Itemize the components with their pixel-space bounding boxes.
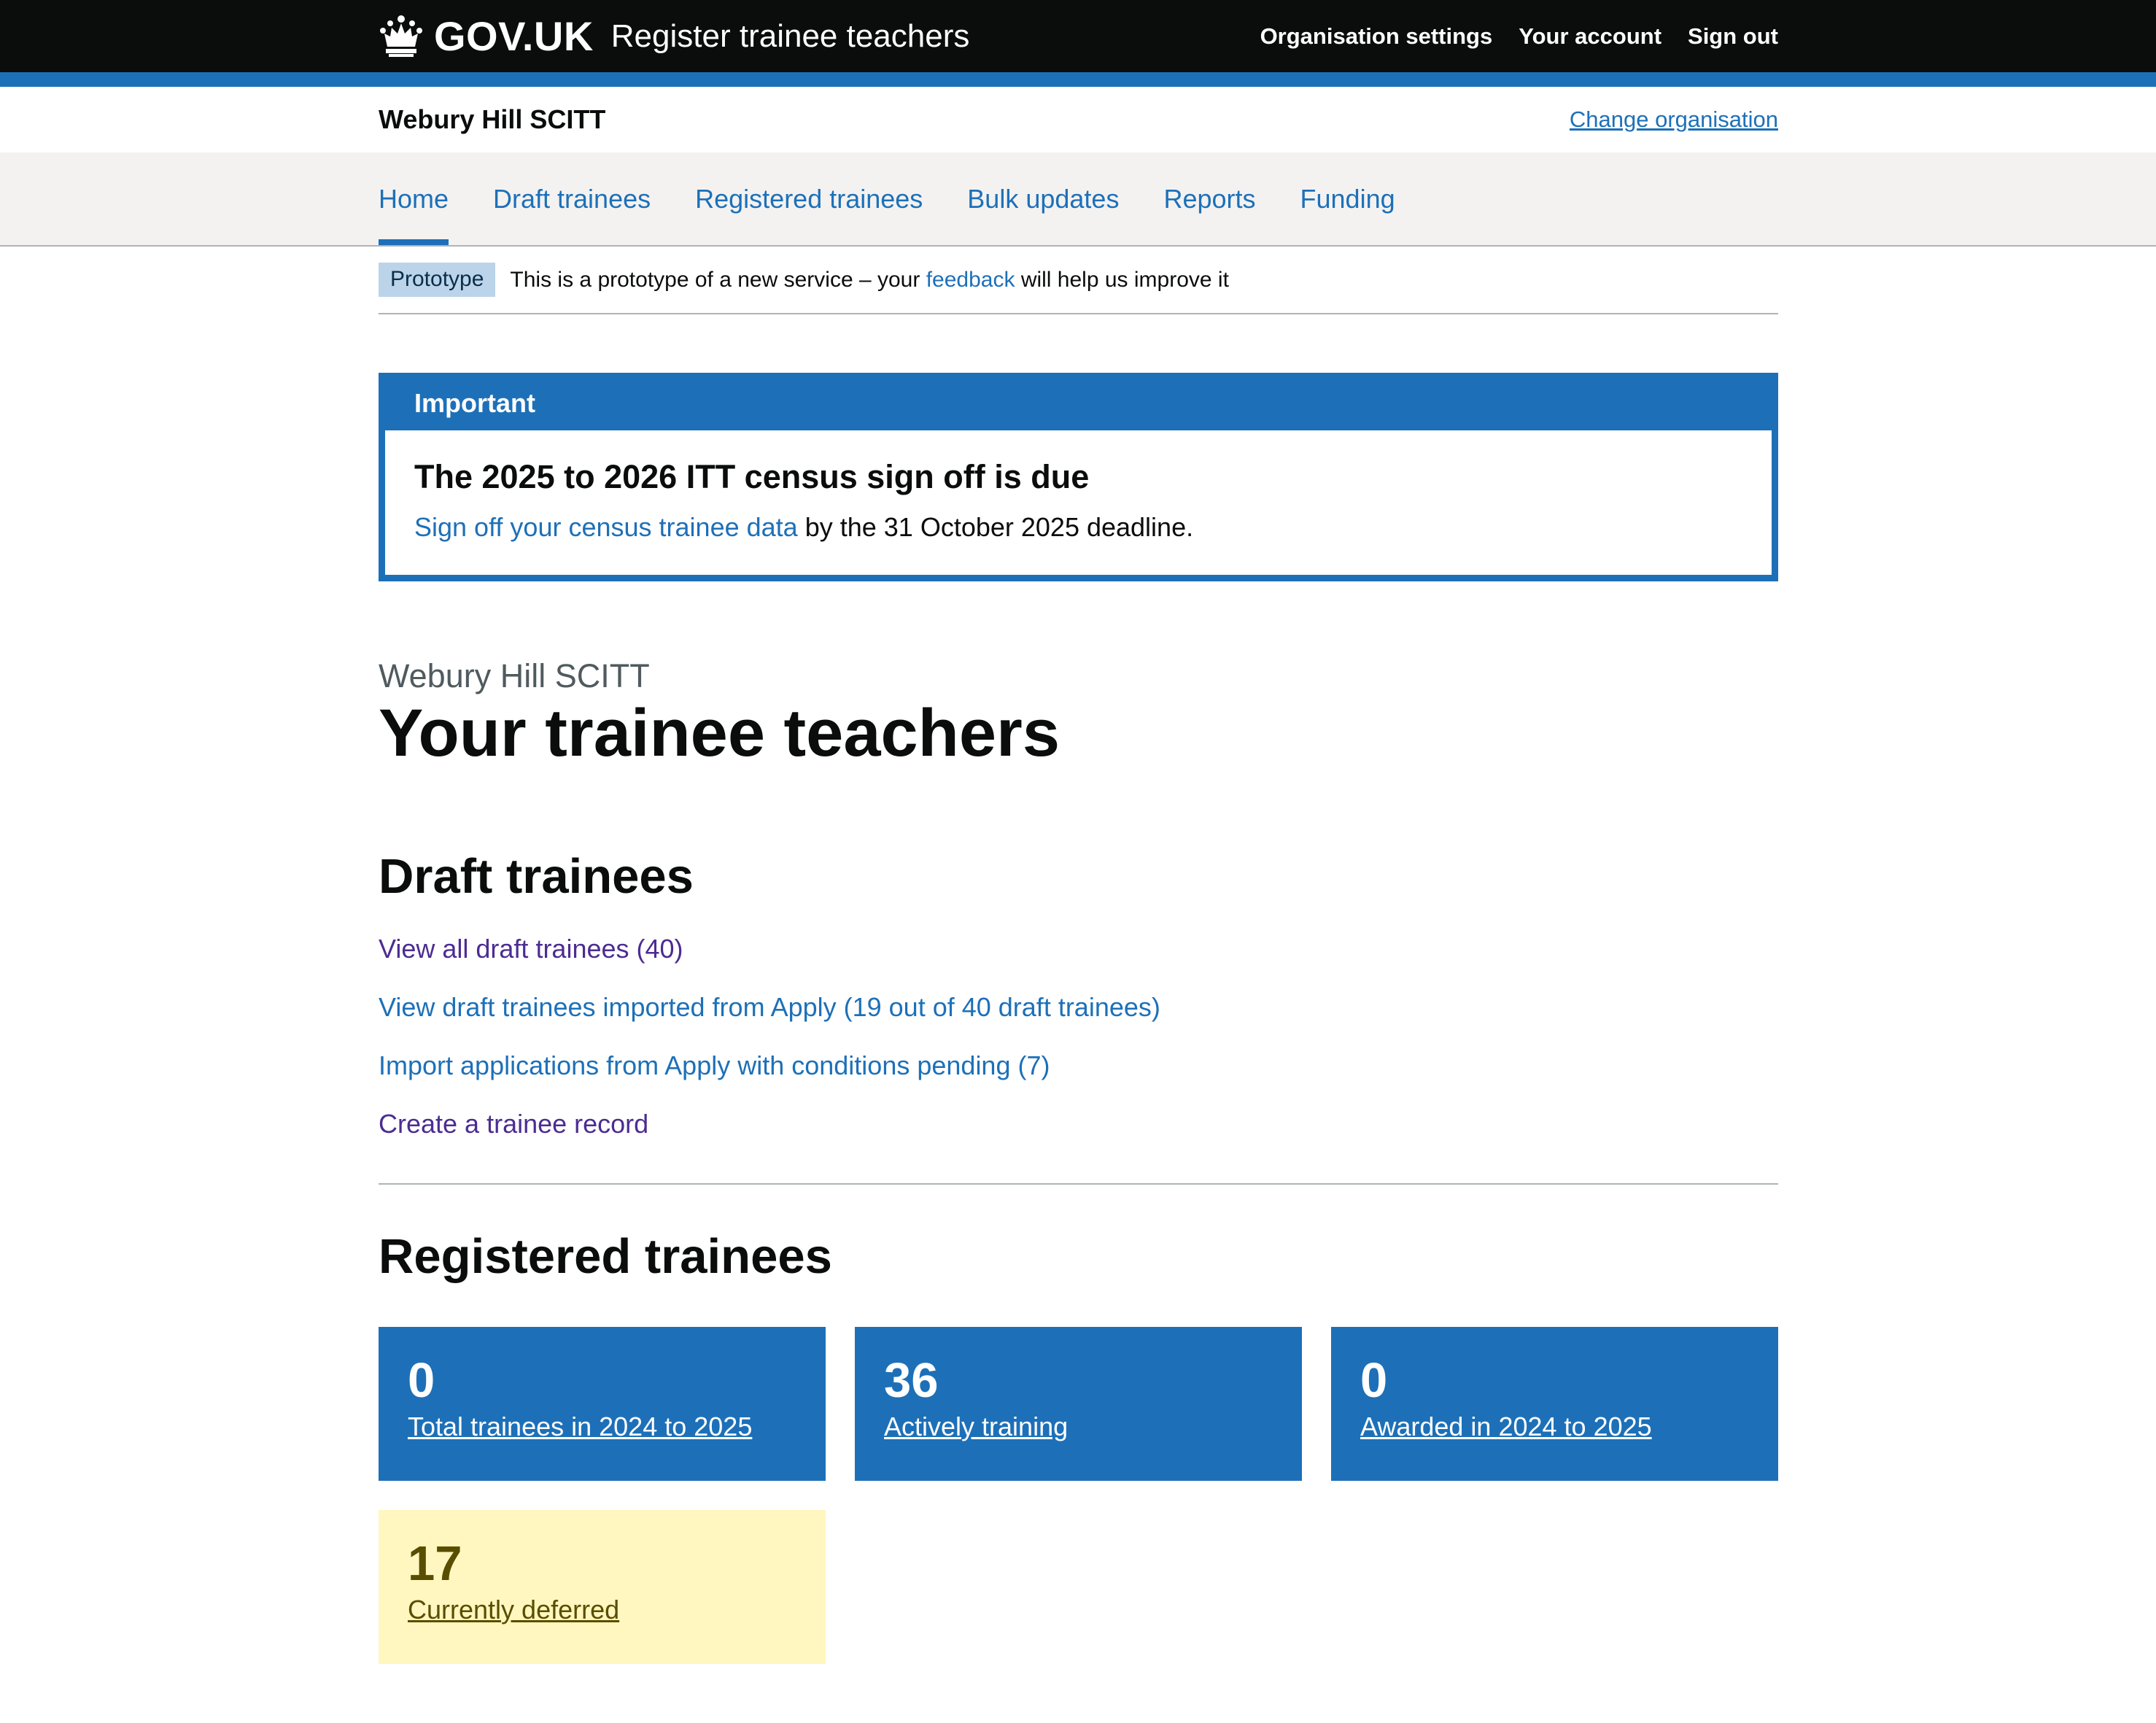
currently-deferred-tile: 17 Currently deferred (379, 1509, 826, 1664)
header-blue-bar (0, 72, 2156, 87)
awarded-tile: 0 Awarded in 2024 to 2025 (1331, 1326, 1778, 1481)
notification-title: Important (414, 388, 535, 418)
tile-number: 0 (408, 1352, 435, 1408)
import-apply-applications-link[interactable]: Import applications from Apply with cond… (379, 1050, 1778, 1081)
phase-banner-text: This is a prototype of a new service – y… (510, 268, 1229, 293)
currently-deferred-link[interactable]: Currently deferred (408, 1595, 796, 1625)
header-nav: Organisation settings Your account Sign … (1260, 0, 1778, 72)
tile-number: 36 (884, 1352, 939, 1408)
prototype-tag: Prototype (379, 263, 496, 297)
notification-banner: Important The 2025 to 2026 ITT census si… (379, 373, 1778, 581)
sign-out-link[interactable]: Sign out (1688, 23, 1778, 50)
nav-registered-trainees[interactable]: Registered trainees (695, 152, 923, 245)
notification-heading: The 2025 to 2026 ITT census sign off is … (414, 458, 1090, 495)
nav-funding[interactable]: Funding (1300, 152, 1395, 245)
tile-number: 17 (408, 1536, 462, 1591)
govuk-logotype[interactable]: GOV.UK (434, 12, 594, 60)
create-trainee-record-link[interactable]: Create a trainee record (379, 1109, 1778, 1139)
draft-trainees-heading: Draft trainees (379, 848, 694, 904)
organisation-bar: Webury Hill SCITT Change organisation (0, 87, 2156, 152)
awarded-link[interactable]: Awarded in 2024 to 2025 (1360, 1412, 1749, 1442)
nav-home[interactable]: Home (379, 152, 449, 245)
registered-trainees-heading: Registered trainees (379, 1228, 832, 1284)
nav-draft-trainees[interactable]: Draft trainees (493, 152, 651, 245)
service-name[interactable]: Register trainee teachers (611, 18, 970, 55)
feedback-link[interactable]: feedback (926, 268, 1015, 292)
actively-training-tile: 36 Actively training (855, 1326, 1302, 1481)
phase-text-before: This is a prototype of a new service – y… (510, 267, 920, 292)
nav-bulk-updates[interactable]: Bulk updates (967, 152, 1119, 245)
change-organisation-link[interactable]: Change organisation (1570, 107, 1778, 133)
primary-navigation: Home Draft trainees Registered trainees … (0, 152, 2156, 247)
total-trainees-tile: 0 Total trainees in 2024 to 2025 (379, 1326, 826, 1481)
page-caption: Webury Hill SCITT (379, 657, 650, 694)
organisation-settings-link[interactable]: Organisation settings (1260, 23, 1493, 50)
view-apply-draft-trainees-link[interactable]: View draft trainees imported from Apply … (379, 992, 1778, 1023)
page: GOV.UK Register trainee teachers Organis… (0, 0, 2156, 1723)
draft-trainees-links: View all draft trainees (40) View draft … (379, 934, 1778, 1139)
govuk-header: GOV.UK Register trainee teachers Organis… (0, 0, 2156, 72)
sign-off-census-link[interactable]: Sign off your census trainee data (414, 512, 798, 542)
page-title: Your trainee teachers (379, 696, 1060, 770)
nav-reports[interactable]: Reports (1163, 152, 1255, 245)
organisation-name: Webury Hill SCITT (379, 104, 606, 134)
tile-number: 0 (1360, 1352, 1388, 1408)
crown-icon (380, 15, 422, 57)
actively-training-link[interactable]: Actively training (884, 1412, 1273, 1442)
view-all-draft-trainees-link[interactable]: View all draft trainees (40) (379, 934, 1778, 964)
section-divider (379, 1182, 1778, 1185)
notification-body: The 2025 to 2026 ITT census sign off is … (385, 430, 1772, 575)
phase-text-after: will help us improve it (1020, 267, 1229, 292)
total-trainees-link[interactable]: Total trainees in 2024 to 2025 (408, 1412, 796, 1442)
notification-text: Sign off your census trainee data by the… (414, 512, 1742, 543)
phase-banner: Prototype This is a prototype of a new s… (379, 247, 1778, 314)
registered-trainees-tiles: 0 Total trainees in 2024 to 2025 36 Acti… (379, 1326, 1778, 1481)
your-account-link[interactable]: Your account (1519, 23, 1661, 50)
notification-deadline-text: by the 31 October 2025 deadline. (804, 512, 1194, 542)
